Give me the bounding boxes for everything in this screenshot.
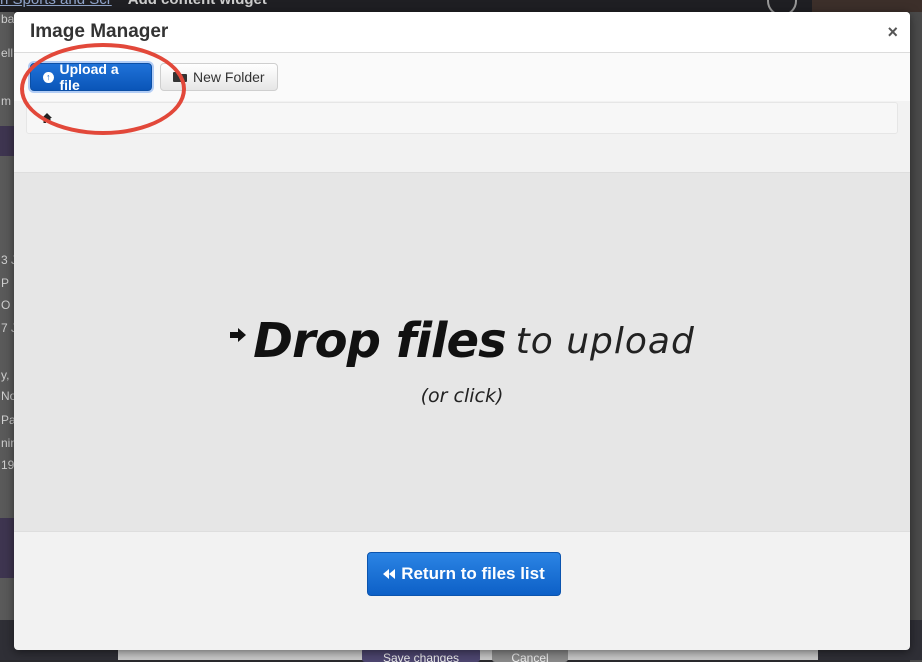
file-dropzone[interactable]: Drop files to upload (or click)	[14, 172, 910, 532]
upload-file-label: Upload a file	[59, 61, 119, 93]
background-left-text: y,	[1, 368, 10, 382]
arrow-right-icon	[230, 328, 247, 342]
background-title-text: Add content widget	[128, 0, 267, 8]
return-to-files-label: Return to files list	[401, 564, 545, 583]
background-title-link: n Sports and Scr	[0, 0, 112, 8]
new-folder-button[interactable]: New Folder	[160, 63, 278, 91]
background-left-text: Pa	[1, 413, 14, 427]
dropzone-subtext: (or click)	[420, 385, 504, 407]
backward-icon	[383, 569, 396, 579]
background-corner	[812, 0, 922, 12]
upload-file-button[interactable]: ↑ Upload a file	[30, 61, 152, 93]
modal-title: Image Manager	[30, 21, 169, 42]
background-left-text: ba	[1, 12, 14, 26]
dropzone-strong-text: Drop files	[253, 313, 506, 369]
background-left-text: P	[1, 276, 10, 290]
home-icon[interactable]	[41, 112, 53, 124]
background-left-band	[0, 126, 14, 156]
dropzone-light-text: to upload	[515, 320, 695, 362]
return-to-files-button[interactable]: Return to files list	[367, 552, 561, 596]
background-title: n Sports and Scr Add content widget	[0, 0, 267, 8]
close-icon[interactable]: ×	[887, 22, 898, 42]
background-left-text: 19	[1, 458, 14, 472]
background-left-text: 7 J	[1, 321, 14, 335]
toolbar: ↑ Upload a file New Folder	[14, 53, 910, 101]
background-left-text: 3 J	[1, 253, 14, 267]
background-right-strip	[910, 12, 922, 662]
background-left-text: m	[1, 94, 11, 108]
background-left-text: nin	[1, 436, 14, 450]
upload-icon: ↑	[43, 71, 54, 83]
image-manager-modal: Image Manager × ↑ Upload a file New Fold…	[14, 12, 910, 650]
new-folder-label: New Folder	[193, 69, 265, 85]
folder-open-icon	[173, 72, 187, 82]
dropzone-headline: Drop files to upload	[14, 313, 910, 369]
background-left-text: O	[1, 298, 11, 312]
breadcrumb	[26, 102, 898, 134]
background-left-band	[0, 518, 14, 578]
modal-header: Image Manager ×	[14, 12, 910, 53]
background-left-text: No	[1, 389, 14, 403]
background-left-text: ell	[1, 46, 14, 60]
